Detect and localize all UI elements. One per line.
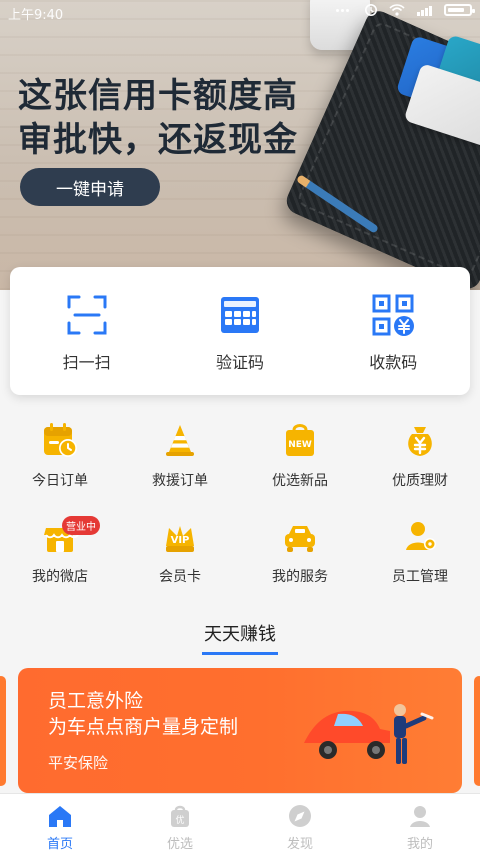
compass-icon xyxy=(286,803,314,829)
tab-select[interactable]: 优 优选 xyxy=(120,794,240,853)
car-icon xyxy=(280,516,320,556)
services-row-1: 今日订单 救援订单 NEW 优选新品 优质理财 xyxy=(0,420,480,516)
status-badge: 营业中 xyxy=(62,516,100,535)
quick-action-label: 验证码 xyxy=(215,353,264,372)
section-title: 天天赚钱 xyxy=(0,620,480,655)
promo-illustration xyxy=(294,688,444,778)
service-label: 会员卡 xyxy=(159,569,201,585)
quick-action-scan[interactable]: 扫一扫 xyxy=(22,293,152,395)
wifi-icon xyxy=(388,3,406,17)
signal-icon xyxy=(416,3,434,17)
qr-yen-icon xyxy=(371,293,415,337)
quick-action-label: 扫一扫 xyxy=(62,353,111,372)
service-label: 优质理财 xyxy=(392,473,448,489)
hero-banner[interactable]: 这张信用卡额度高 审批快，还返现金 一键申请 xyxy=(0,0,480,290)
carousel-prev-edge[interactable] xyxy=(0,676,6,786)
keypad-icon xyxy=(218,293,262,337)
service-rescue-orders[interactable]: 救援订单 xyxy=(120,420,240,516)
tab-label: 首页 xyxy=(46,837,73,852)
tab-label: 发现 xyxy=(286,837,313,852)
service-new-products[interactable]: NEW 优选新品 xyxy=(240,420,360,516)
traffic-cone-icon xyxy=(160,420,200,460)
service-staff-management[interactable]: 员工管理 xyxy=(360,516,480,612)
quick-actions-card: 扫一扫 验证码 收款码 xyxy=(10,267,470,395)
quick-action-receive[interactable]: 收款码 xyxy=(328,293,458,395)
quick-action-verify[interactable]: 验证码 xyxy=(175,293,305,395)
section-title-text: 天天赚钱 xyxy=(202,620,278,655)
quick-action-label: 收款码 xyxy=(369,353,418,372)
svg-text:优: 优 xyxy=(175,814,184,826)
svg-text:VIP: VIP xyxy=(171,535,190,546)
service-label: 优选新品 xyxy=(272,473,328,489)
battery-icon xyxy=(444,4,475,16)
service-label: 我的服务 xyxy=(272,569,328,585)
service-label: 我的微店 xyxy=(32,569,88,585)
service-label: 员工管理 xyxy=(392,569,448,585)
promo-line-1: 员工意外险 xyxy=(48,690,144,712)
dots-icon xyxy=(336,5,354,15)
status-time: 上午9:40 xyxy=(8,8,64,23)
staff-settings-icon xyxy=(400,516,440,556)
services-grid: 今日订单 救援订单 NEW 优选新品 优质理财 营业中 我的微店 VIP 会员卡… xyxy=(0,420,480,612)
select-bag-icon: 优 xyxy=(166,803,194,829)
banner-title-line-2: 审批快，还返现金 xyxy=(18,120,298,160)
tab-label: 我的 xyxy=(406,837,433,852)
promo-line-2: 为车点点商户量身定制 xyxy=(48,716,239,738)
bottom-tab-bar: 首页 优 优选 发现 我的 xyxy=(0,793,480,853)
banner-title: 这张信用卡额度高 审批快，还返现金 xyxy=(18,74,318,162)
alarm-icon xyxy=(364,3,378,17)
carousel-next-edge[interactable] xyxy=(474,676,480,786)
promo-carousel[interactable]: 员工意外险 为车点点商户量身定制 平安保险 xyxy=(0,668,480,793)
tab-discover[interactable]: 发现 xyxy=(240,794,360,853)
new-bag-icon: NEW xyxy=(280,420,320,460)
money-bag-icon xyxy=(400,420,440,460)
promo-footer: 平安保险 xyxy=(48,754,109,772)
home-icon xyxy=(46,803,74,829)
service-finance[interactable]: 优质理财 xyxy=(360,420,480,516)
status-icons xyxy=(336,3,475,17)
services-row-2: 营业中 我的微店 VIP 会员卡 我的服务 员工管理 xyxy=(0,516,480,612)
banner-title-line-1: 这张信用卡额度高 xyxy=(18,76,298,116)
user-icon xyxy=(406,803,434,829)
service-label: 今日订单 xyxy=(32,473,88,489)
svg-text:NEW: NEW xyxy=(288,440,312,450)
service-my-service[interactable]: 我的服务 xyxy=(240,516,360,612)
tab-home[interactable]: 首页 xyxy=(0,794,120,853)
scan-icon xyxy=(65,293,109,337)
service-today-orders[interactable]: 今日订单 xyxy=(0,420,120,516)
tab-mine[interactable]: 我的 xyxy=(360,794,480,853)
tab-label: 优选 xyxy=(166,837,193,852)
apply-button[interactable]: 一键申请 xyxy=(20,168,160,206)
service-my-store[interactable]: 营业中 我的微店 xyxy=(0,516,120,612)
promo-card[interactable]: 员工意外险 为车点点商户量身定制 平安保险 xyxy=(18,668,462,793)
status-bar: 上午9:40 xyxy=(0,0,480,24)
calendar-clock-icon xyxy=(40,420,80,460)
service-vip-card[interactable]: VIP 会员卡 xyxy=(120,516,240,612)
service-label: 救援订单 xyxy=(152,473,208,489)
vip-crown-icon: VIP xyxy=(160,516,200,556)
